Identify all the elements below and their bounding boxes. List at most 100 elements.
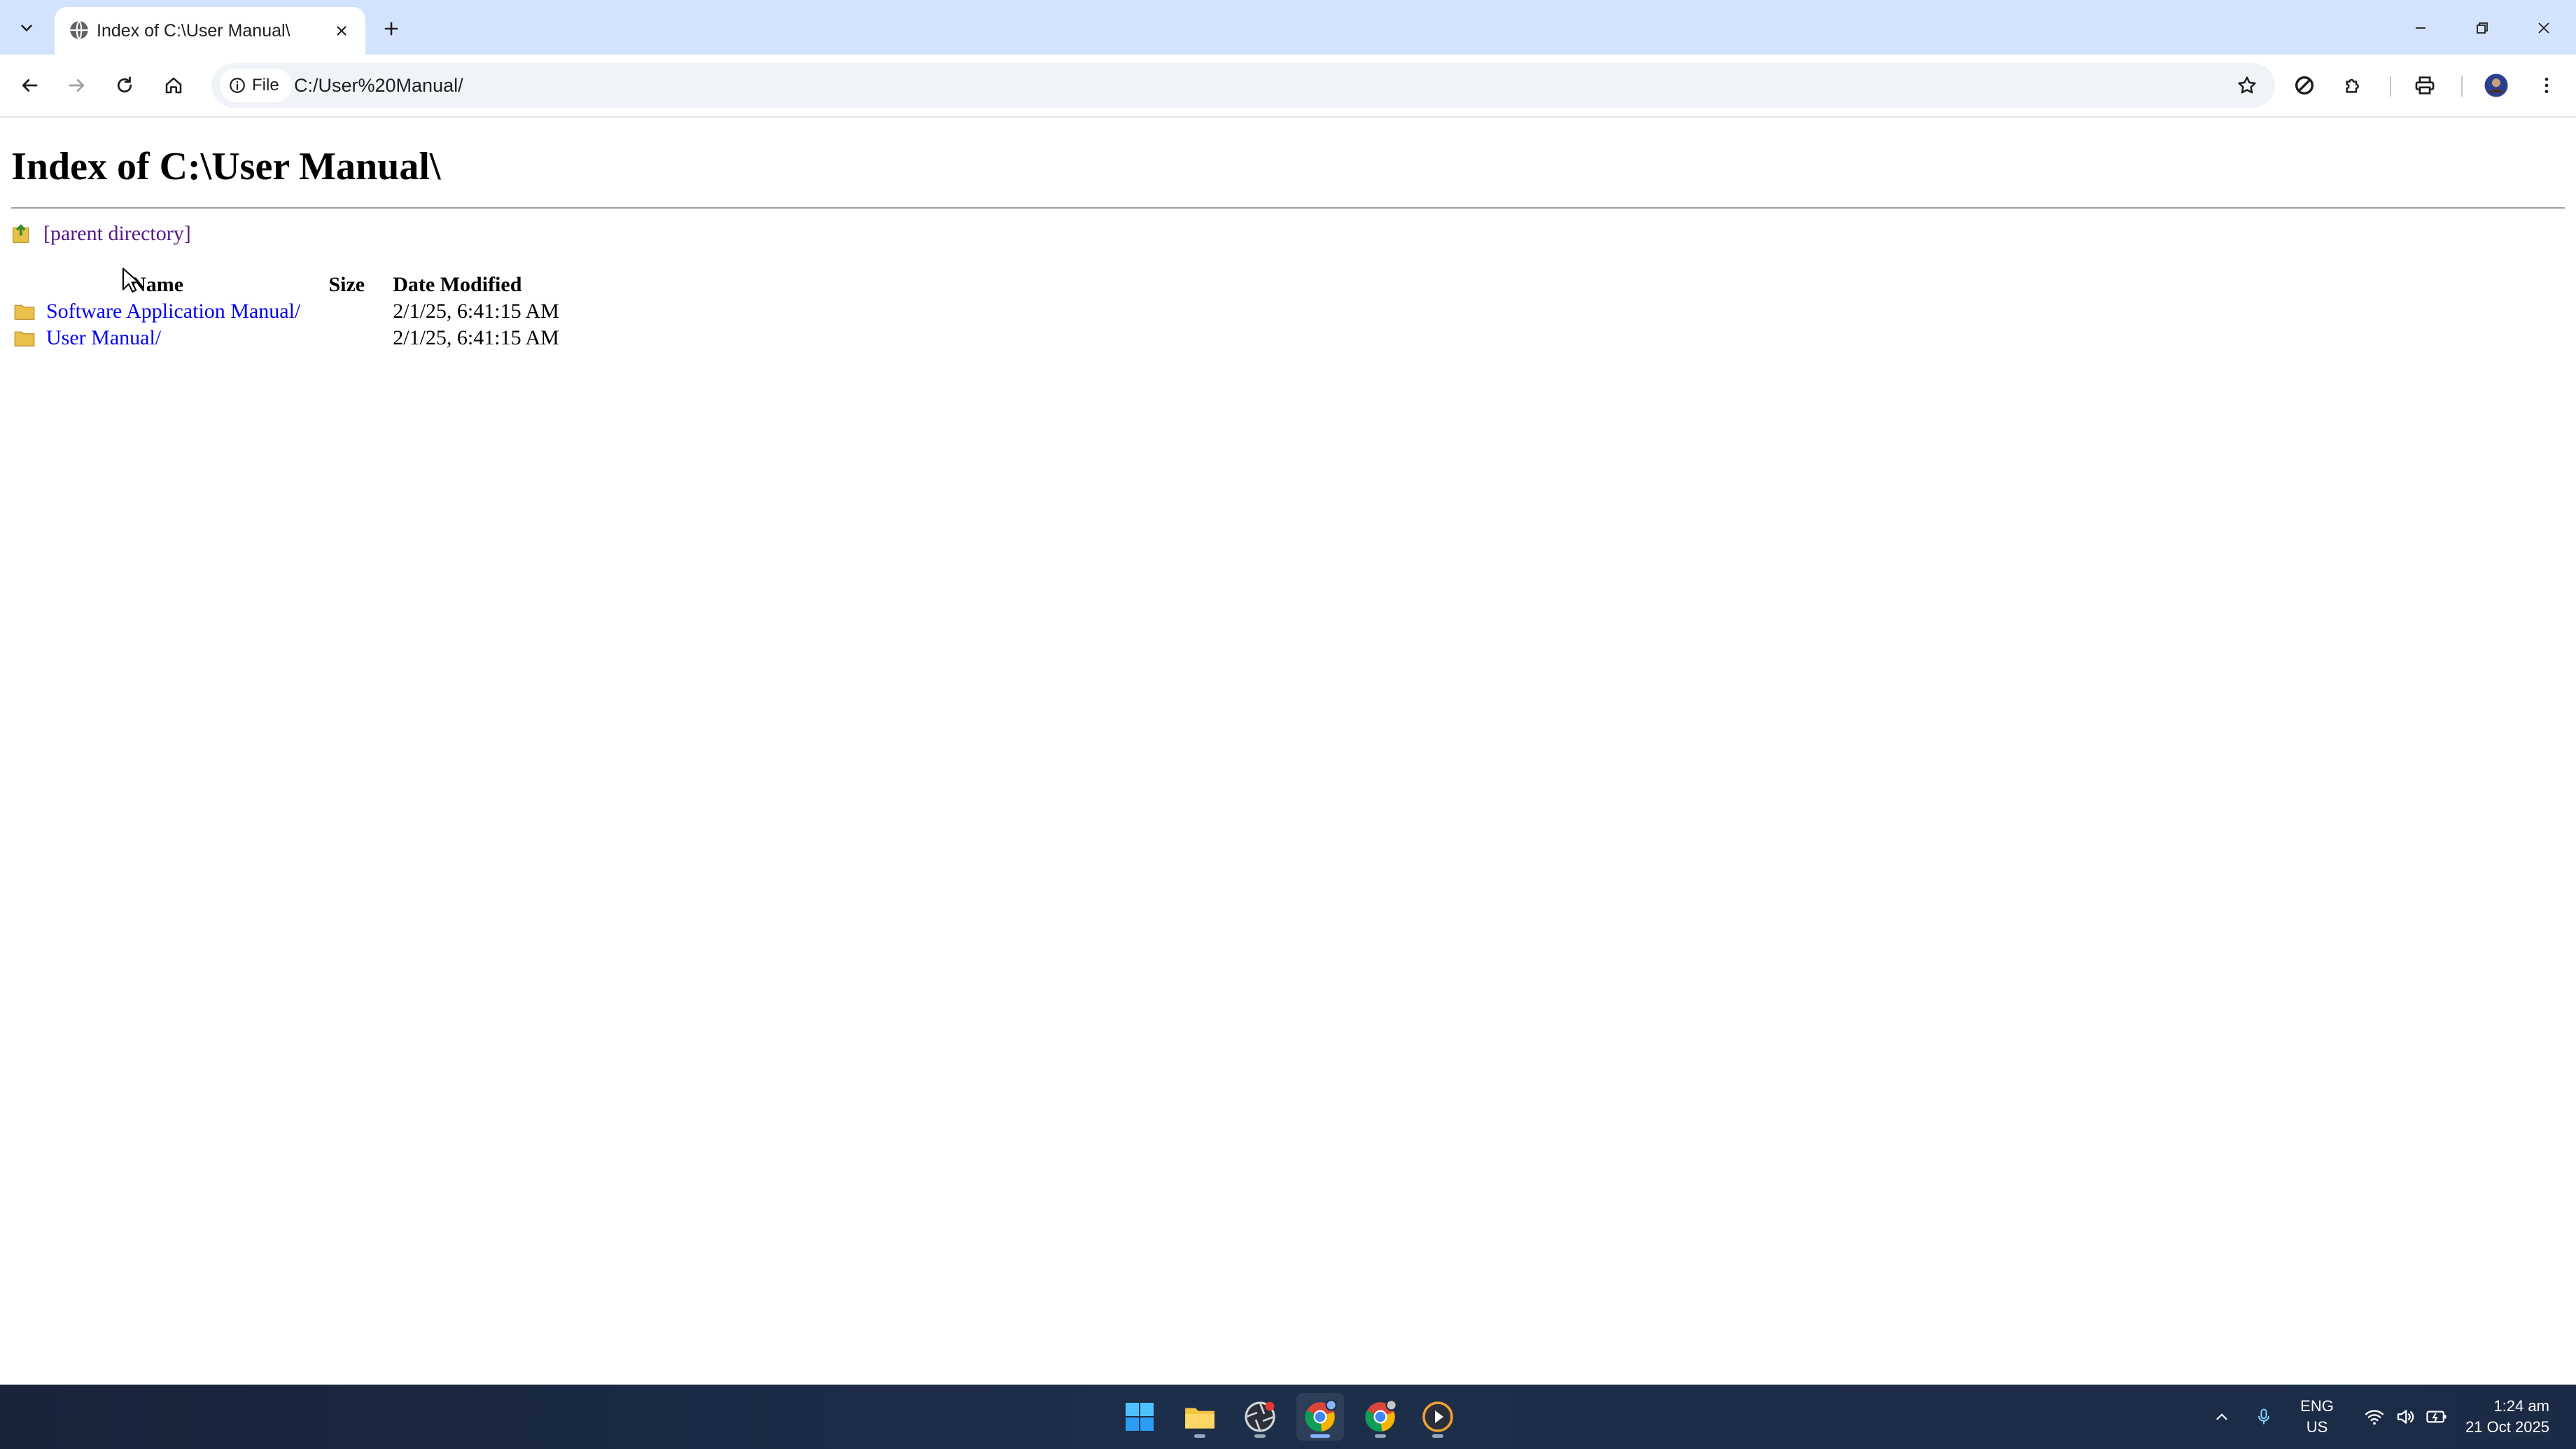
close-window-button[interactable]: [2526, 13, 2562, 43]
chrome-icon: [1365, 1399, 1397, 1432]
forward-button[interactable]: [59, 67, 95, 104]
tab-active[interactable]: Index of C:\User Manual\: [55, 7, 365, 55]
home-icon: [165, 77, 182, 94]
site-info-chip[interactable]: File: [220, 69, 292, 102]
chevron-up-icon: [2216, 1413, 2227, 1420]
column-header-size[interactable]: Size: [306, 272, 387, 298]
tab-strip: Index of C:\User Manual\: [0, 0, 2576, 55]
parent-directory-row: [parent directory]: [11, 220, 191, 248]
close-icon: [337, 26, 346, 36]
globe-icon: [70, 20, 88, 40]
volume-icon: [2397, 1410, 2414, 1424]
taskbar-chrome-active[interactable]: [1296, 1393, 1344, 1441]
toolbar-divider: [2461, 76, 2463, 97]
minimize-button[interactable]: [2402, 13, 2439, 43]
url-text[interactable]: C:/User%20Manual/: [294, 75, 463, 97]
size-cell: [306, 325, 387, 351]
start-button[interactable]: [1116, 1393, 1163, 1441]
column-header-date[interactable]: Date Modified: [387, 272, 587, 298]
folder-link[interactable]: User Manual/: [46, 326, 161, 350]
chrome-icon: [1305, 1399, 1337, 1432]
microphone-button[interactable]: [2247, 1385, 2281, 1449]
security-chip-label: File: [252, 76, 279, 94]
more-vertical-icon: [2544, 77, 2549, 94]
clock-time: 1:24 am: [2493, 1397, 2549, 1415]
table-row: Software Application Manual/ 2/1/25, 6:4…: [8, 298, 587, 325]
bookmark-button[interactable]: [2232, 70, 2262, 101]
tab-title: Index of C:\User Manual\: [97, 21, 290, 41]
star-icon: [2238, 76, 2256, 94]
mouse-pointer-icon: [122, 267, 140, 293]
taskbar-chrome-profile[interactable]: [1357, 1393, 1404, 1441]
running-indicator: [1254, 1434, 1266, 1438]
page-title: Index of C:\User Manual\: [11, 145, 441, 188]
print-button[interactable]: [2407, 67, 2443, 104]
arrow-left-icon: [22, 79, 38, 92]
region-label: US: [2306, 1418, 2328, 1436]
date-cell: 2/1/25, 6:41:15 AM: [393, 326, 559, 349]
profile-button[interactable]: [2478, 67, 2514, 104]
home-button[interactable]: [155, 67, 192, 104]
restore-icon: [2477, 22, 2488, 34]
info-icon: [230, 78, 245, 93]
restore-button[interactable]: [2464, 13, 2500, 43]
battery-icon: [2426, 1410, 2446, 1423]
aperture-icon: [1245, 1401, 1275, 1432]
show-hidden-icons-button[interactable]: [2205, 1385, 2239, 1449]
clock[interactable]: 1:24 am 21 Oct 2025: [2458, 1385, 2556, 1449]
arrow-right-icon: [69, 79, 85, 92]
browser-toolbar: File C:/User%20Manual/: [0, 55, 2576, 118]
minimize-icon: [2416, 27, 2426, 29]
clock-date: 21 Oct 2025: [2465, 1418, 2549, 1436]
taskbar-media-player[interactable]: [1414, 1393, 1462, 1441]
new-tab-button[interactable]: [377, 14, 406, 43]
puzzle-icon: [2346, 78, 2359, 93]
back-button[interactable]: [11, 67, 48, 104]
running-indicator: [1194, 1434, 1205, 1438]
date-cell: 2/1/25, 6:41:15 AM: [393, 300, 559, 323]
active-indicator: [1310, 1434, 1330, 1438]
folder-icon: [1185, 1408, 1214, 1429]
wifi-icon: [2365, 1410, 2384, 1425]
folder-link[interactable]: Software Application Manual/: [46, 300, 300, 323]
reload-icon: [117, 76, 132, 93]
directory-table: Name Size Date Modified Software Applica…: [8, 272, 587, 351]
page-content: Index of C:\User Manual\ [parent directo…: [0, 118, 2576, 1385]
extensions-button[interactable]: [2335, 67, 2372, 104]
name-cell: User Manual/: [8, 325, 306, 351]
quick-settings-button[interactable]: [2353, 1385, 2458, 1449]
taskbar-file-explorer[interactable]: [1176, 1393, 1224, 1441]
taskbar: ENG US 1:24 am 21 Oct 2025: [0, 1385, 2576, 1449]
table-header-row: Name Size Date Modified: [8, 272, 587, 298]
printer-icon: [2415, 76, 2435, 94]
language-label: ENG: [2300, 1397, 2334, 1415]
folder-icon: [14, 304, 35, 320]
close-icon: [2538, 22, 2549, 34]
chevron-down-icon: [21, 24, 32, 31]
menu-button[interactable]: [2528, 67, 2565, 104]
blocker-extension-button[interactable]: [2286, 67, 2323, 104]
parent-directory-link[interactable]: [parent directory]: [43, 222, 191, 246]
address-bar[interactable]: File C:/User%20Manual/: [211, 63, 2275, 108]
microphone-icon: [2258, 1408, 2270, 1424]
name-cell: Software Application Manual/: [8, 298, 306, 325]
heading-divider: [11, 207, 2565, 209]
avatar-icon: [2484, 74, 2508, 97]
tab-search-button[interactable]: [10, 13, 43, 43]
running-indicator: [1375, 1434, 1386, 1438]
tab-close-button[interactable]: [329, 18, 354, 43]
language-indicator[interactable]: ENG US: [2289, 1385, 2345, 1449]
size-cell: [306, 298, 387, 325]
running-indicator: [1432, 1434, 1443, 1438]
table-row: User Manual/ 2/1/25, 6:41:15 AM: [8, 325, 587, 351]
play-icon: [1422, 1401, 1453, 1432]
taskbar-app-aperture[interactable]: [1236, 1393, 1284, 1441]
column-header-name[interactable]: Name: [8, 272, 306, 298]
windows-icon: [1126, 1403, 1154, 1431]
plus-icon: [384, 22, 398, 36]
folder-icon: [14, 331, 35, 346]
folder-up-icon: [13, 224, 29, 243]
toolbar-divider: [2390, 76, 2391, 97]
reload-button[interactable]: [106, 67, 143, 104]
block-icon: [2295, 76, 2314, 95]
